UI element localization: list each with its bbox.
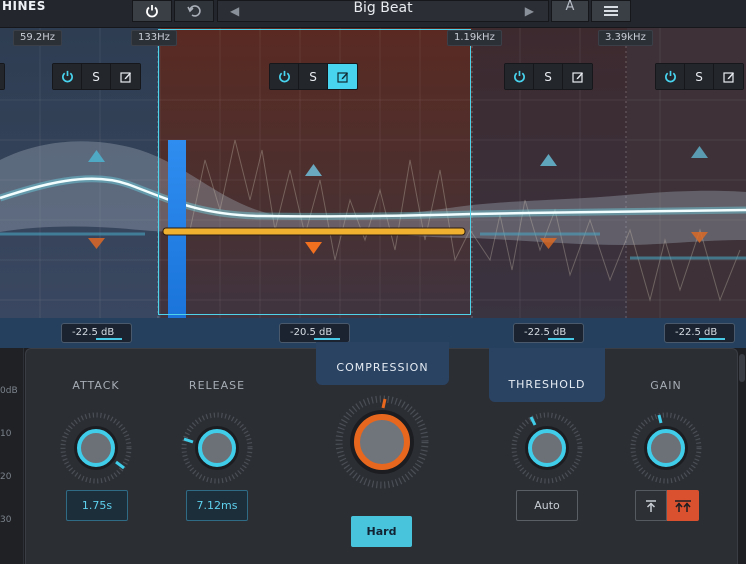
brand-logo: HINES (2, 0, 46, 13)
release-knob[interactable] (181, 412, 253, 484)
power-icon (146, 5, 158, 18)
double-arrow-up-bar-icon (675, 499, 691, 512)
attack-label: ATTACK (72, 379, 120, 392)
band-controls: S (52, 63, 141, 90)
knee-hard-button[interactable]: Hard (351, 516, 412, 547)
band-threshold-value[interactable]: -22.5 dB (513, 323, 584, 343)
band-edit-button[interactable] (714, 64, 743, 89)
menu-button[interactable] (591, 0, 631, 22)
edit-icon (119, 71, 131, 83)
band-solo-button[interactable]: S (299, 64, 328, 89)
threshold-text: -20.5 dB (290, 327, 333, 338)
release-value-field[interactable]: 7.12ms (186, 490, 248, 521)
band-frequency-label[interactable]: 133Hz (131, 30, 177, 46)
app-root: HINES ◀ Big Beat ▶ A 59.2Hz 133Hz 1.19kH… (0, 0, 746, 564)
band-threshold-value[interactable]: -22.5 dB (664, 323, 735, 343)
band-controls: S (269, 63, 358, 90)
threshold-text: -22.5 dB (72, 327, 115, 338)
band-power-button[interactable] (53, 64, 82, 89)
band-solo-button[interactable]: S (82, 64, 111, 89)
band-edit-button[interactable] (111, 64, 140, 89)
edit-icon (336, 71, 348, 83)
band-edit-button[interactable] (328, 64, 357, 89)
gain-knob[interactable] (630, 412, 702, 484)
band-power-button[interactable] (656, 64, 685, 89)
band-controls: S (504, 63, 593, 90)
ruler-tick: 10 (0, 429, 12, 439)
gain-label: GAIN (650, 379, 682, 392)
threshold-indicator (548, 338, 574, 340)
scrollbar-thumb[interactable] (739, 354, 745, 382)
power-icon (278, 70, 290, 83)
edit-icon (571, 71, 583, 83)
undo-icon (187, 5, 201, 17)
band-controls: S (655, 63, 744, 90)
band-frequency-label[interactable]: 59.2Hz (13, 30, 63, 46)
band-solo-button[interactable]: S (685, 64, 714, 89)
band-frequency-label[interactable]: 3.39kHz (598, 30, 653, 46)
attack-knob[interactable] (60, 412, 132, 484)
threshold-indicator (699, 338, 725, 340)
top-toolbar: HINES ◀ Big Beat ▶ A (0, 0, 746, 28)
ruler-tick: 20 (0, 472, 12, 482)
band-controls-partial (0, 63, 5, 90)
ruler-tick: 0dB (0, 386, 18, 396)
band-threshold-value[interactable]: -22.5 dB (61, 323, 132, 343)
band-power-button[interactable] (505, 64, 534, 89)
undo-button[interactable] (174, 0, 214, 22)
threshold-auto-button[interactable]: Auto (516, 490, 578, 521)
band-threshold-value[interactable]: -20.5 dB (279, 323, 350, 343)
gain-mode-buttons (635, 490, 699, 521)
preset-selector[interactable]: ◀ Big Beat ▶ (217, 0, 549, 22)
global-power-button[interactable] (132, 0, 172, 22)
band-edit-button[interactable] (563, 64, 592, 89)
power-icon (664, 70, 676, 83)
gain-mode-single-button[interactable] (635, 490, 667, 521)
preset-name: Big Beat (353, 0, 413, 16)
gain-mode-double-button[interactable] (667, 490, 699, 521)
ruler-tick: 30 (0, 515, 12, 525)
threshold-text: -22.5 dB (524, 327, 567, 338)
tab-compression[interactable]: COMPRESSION (316, 342, 449, 385)
ab-compare-button[interactable]: A (551, 0, 589, 22)
preset-next-icon[interactable]: ▶ (525, 4, 534, 18)
db-ruler: 0dB 10 20 30 (0, 348, 24, 564)
arrow-up-bar-icon (646, 499, 656, 512)
attack-value-field[interactable]: 1.75s (66, 490, 128, 521)
release-label: RELEASE (188, 379, 246, 392)
threshold-text: -22.5 dB (675, 327, 718, 338)
power-icon (61, 70, 73, 83)
panel-scrollbar[interactable] (738, 348, 746, 564)
threshold-indicator (96, 338, 122, 340)
menu-icon (604, 6, 618, 16)
band-solo-button[interactable]: S (534, 64, 563, 89)
edit-icon (722, 71, 734, 83)
tab-threshold[interactable]: THRESHOLD (489, 348, 605, 402)
threshold-indicator (314, 338, 340, 340)
band-power-button[interactable] (270, 64, 299, 89)
threshold-knob[interactable] (511, 412, 583, 484)
compression-knob[interactable] (335, 395, 429, 489)
band-frequency-label[interactable]: 1.19kHz (447, 30, 502, 46)
power-icon (513, 70, 525, 83)
